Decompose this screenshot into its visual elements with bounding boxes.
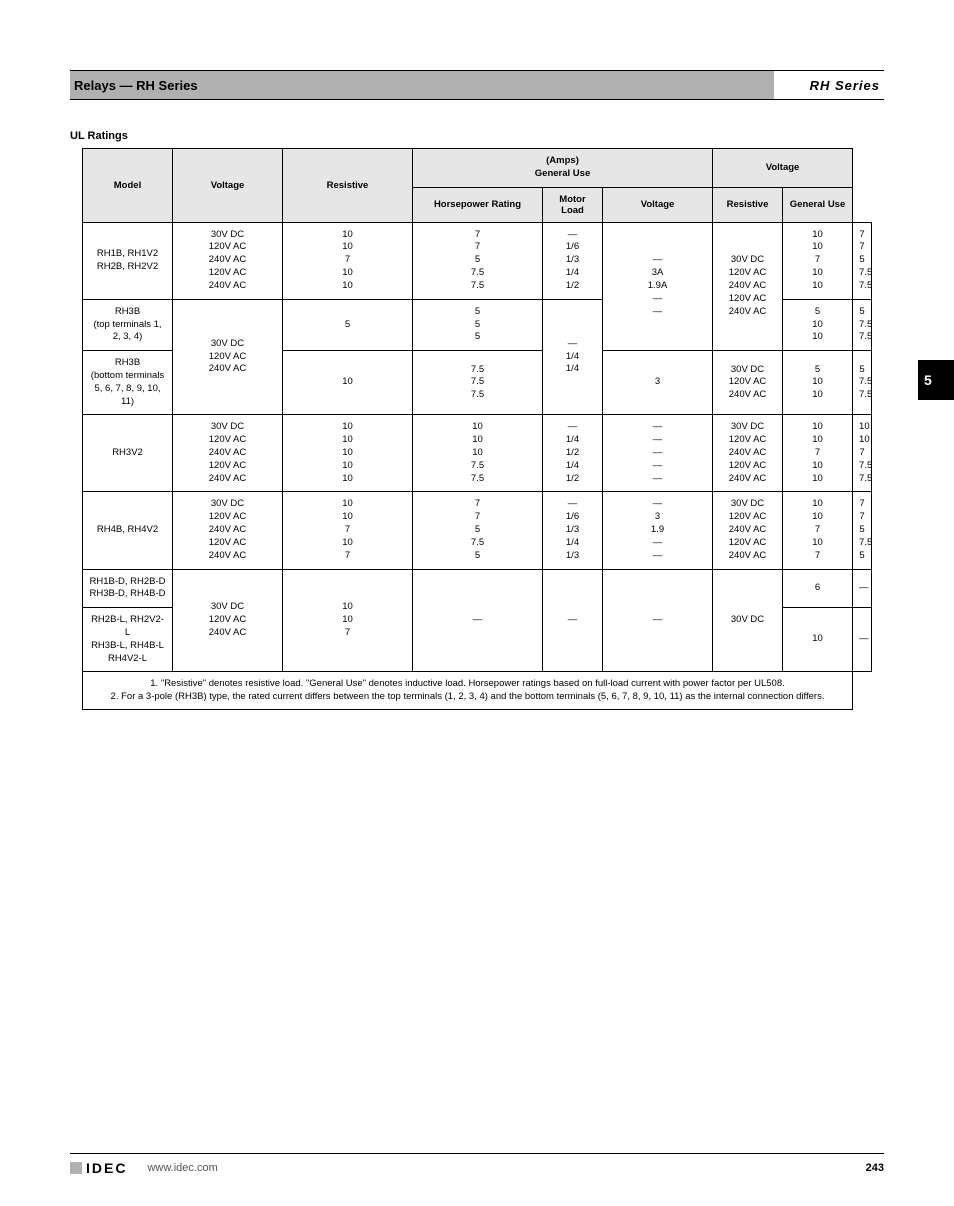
section-title: UL Ratings [70,130,884,142]
ratings-table: Model Voltage Resistive (Amps)General Us… [82,148,872,710]
page-footer: IDEC www.idec.com 243 [0,1153,954,1176]
footer-url: www.idec.com [147,1162,217,1174]
th-ind-res: Resistive [713,187,783,222]
brand-logo: IDEC [86,1160,127,1176]
th-voltage: Voltage [173,149,283,223]
th-ind-gen: General Use [783,187,853,222]
series-label: RH Series [774,78,884,93]
breadcrumb-section: Relays — RH Series [70,71,774,99]
table-row: RH1B, RH1V2RH2B, RH2V2 30V DC120V AC240V… [83,222,872,299]
page-number: 243 [866,1162,884,1174]
th-motor: Motor Load [543,187,603,222]
th-ind-voltage: Voltage [603,187,713,222]
th-model: Model [83,149,173,223]
side-tab: 5 [918,360,954,400]
page-header: Relays — RH Series RH Series [70,70,884,100]
th-hp: Horsepower Rating [413,187,543,222]
th-res-load: (Amps)General Use [413,149,713,188]
th-res-res: Resistive [283,149,413,223]
table-notes: 1. "Resistive" denotes resistive load. "… [83,672,872,710]
table-row: RH3V2 30V DC120V AC240V AC120V AC240V AC… [83,415,872,492]
logo-icon [70,1162,82,1174]
table-row: RH4B, RH4V2 30V DC120V AC240V AC120V AC2… [83,492,872,569]
table-row: RH1B-D, RH2B-DRH3B-D, RH4B-D 30V DC120V … [83,569,872,608]
th-ind-voltage-group: Voltage [713,149,853,188]
